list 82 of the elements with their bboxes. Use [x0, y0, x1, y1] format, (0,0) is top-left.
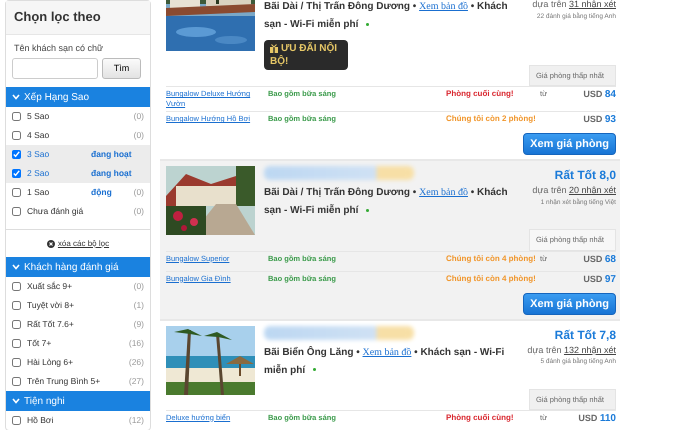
rating-score: Rất Tốt 8,0 [554, 167, 616, 184]
dot-icon [366, 22, 370, 26]
view-price-button[interactable]: Xem giá phòng [523, 133, 616, 156]
filter-label[interactable]: Hài Lòng 6+ [27, 356, 91, 369]
checkbox[interactable] [12, 169, 21, 178]
filter-count: (0) [134, 129, 144, 142]
filter-count: (9) [134, 318, 144, 331]
section-header[interactable]: Khách hàng đánh giá [6, 257, 150, 277]
gift-icon [270, 44, 278, 53]
search-field[interactable] [12, 58, 98, 79]
field-label: Tên khách sạn có chữ [13, 42, 104, 54]
room-price: USD 97 [583, 274, 616, 286]
filter-count: (16) [128, 337, 144, 350]
map-link[interactable]: Xem bản đồ [419, 1, 468, 12]
reviews-link[interactable]: 132 nhận xét [564, 344, 616, 354]
clear-icon [46, 240, 55, 248]
checkbox[interactable] [12, 320, 21, 329]
review-count: dựa trên 31 nhận xét [531, 0, 616, 11]
filter-label[interactable]: Xuất sắc 9+ [27, 280, 91, 293]
checkbox[interactable] [12, 188, 21, 197]
search-button[interactable]: Tìm [102, 58, 141, 79]
section-header[interactable]: Tiện nghi [6, 391, 150, 411]
filter-label[interactable]: 5 Sao [27, 110, 91, 123]
room-price: USD 110 [578, 412, 616, 426]
hotel-location: Bãi Biển Ông Lăng • Xem bản đồ • Khách sạn - Wi-Fi miễn phí [264, 345, 506, 378]
reviews-link[interactable]: 31 nhận xét [568, 0, 616, 9]
checkbox[interactable] [12, 301, 21, 310]
map-link[interactable]: Xem bản đồ [419, 187, 468, 198]
availability-text: Chúng tôi còn 4 phòng! [446, 274, 536, 285]
filter-count: (12) [128, 414, 144, 427]
checkbox[interactable] [12, 131, 21, 140]
checkbox[interactable] [12, 282, 21, 291]
hotel-location: Bãi Dài / Thị Trấn Đông Dương • Xem bản đồ • Khách sạn - Wi-Fi miễn phí [264, 0, 509, 32]
section-header[interactable]: Xếp Hạng Sao [6, 87, 150, 107]
checkbox[interactable] [12, 416, 21, 425]
filter-label[interactable]: 3 Sao [27, 148, 91, 161]
review-count: dựa trên 132 nhận xét [526, 344, 616, 356]
availability-text: Chúng tôi còn 4 phòng! [446, 254, 536, 265]
availability-text: Phòng cuối cùng! [446, 89, 515, 100]
chevron-icon [12, 264, 20, 270]
room-price: USD 93 [583, 114, 616, 128]
checkbox[interactable] [12, 150, 21, 159]
dot-icon [313, 368, 316, 372]
filter-count: (1) [134, 299, 144, 312]
room-price: USD 68 [583, 254, 616, 266]
filter-label[interactable]: Tuyệt vời 8+ [27, 299, 91, 312]
checkbox[interactable] [12, 339, 21, 348]
filter-label[interactable]: 2 Sao [27, 167, 91, 180]
filter-label[interactable]: Tốt 7+ [27, 337, 91, 350]
availability-text: Phòng cuối cùng! [446, 412, 515, 424]
availability-text: Chúng tôi còn 2 phòng! [446, 114, 536, 126]
hotel-location: Bãi Dài / Thị Trấn Đông Dương • Xem bản đồ • Khách sạn - Wi-Fi miễn phí [264, 186, 509, 218]
checkbox[interactable] [12, 112, 21, 121]
status-text: đang hoạt động [91, 167, 133, 199]
view-price-button[interactable]: Xem giá phòng [523, 292, 616, 314]
filter-label[interactable]: 4 Sao [27, 129, 91, 142]
reviews-link[interactable]: 20 nhận xét [568, 185, 616, 196]
status-text: đang hoạt [91, 148, 133, 161]
filter-count: (27) [128, 375, 144, 388]
sidebar-title: Chọn lọc theo [6, 1, 150, 34]
dot-icon [366, 209, 370, 212]
filter-count: (0) [134, 110, 144, 123]
filter-count: (0) [134, 280, 144, 293]
filter-label[interactable]: Trên Trung Bình 5+ [27, 375, 100, 388]
promo-badge: ƯU ĐÃI NỘI BỘ! [264, 40, 348, 70]
rating-score: Rất Tốt 7,8 [554, 326, 616, 344]
room-price: USD 84 [583, 89, 616, 102]
chevron-icon [12, 94, 20, 100]
checkbox[interactable] [12, 377, 21, 386]
clear-filters-link[interactable]: xóa các bộ lọc [58, 238, 110, 250]
checkbox[interactable] [12, 358, 21, 367]
filter-label[interactable]: Chưa đánh giá [27, 205, 91, 218]
filter-label[interactable]: 1 Sao [27, 186, 91, 199]
filter-label[interactable]: Hồ Bơi [27, 414, 91, 427]
filter-count: (0) [134, 186, 144, 199]
chevron-icon [12, 398, 20, 404]
filter-count: (0) [134, 205, 144, 218]
filter-label[interactable]: Rất Tốt 7.6+ [27, 318, 91, 331]
checkbox[interactable] [12, 207, 21, 216]
review-count: dựa trên 20 nhận xét [531, 184, 616, 198]
filter-count: (26) [128, 356, 144, 369]
map-link[interactable]: Xem bản đồ [362, 346, 412, 358]
